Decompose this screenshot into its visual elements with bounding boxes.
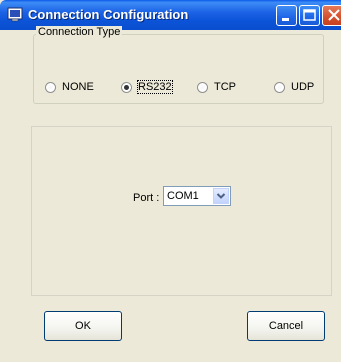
computer-monitor-icon <box>7 7 23 23</box>
radio-tcp-label: TCP <box>214 81 236 93</box>
chevron-down-icon <box>216 187 226 205</box>
radio-rs232-label: RS232 <box>137 80 173 94</box>
port-settings-panel <box>31 126 332 296</box>
port-select[interactable]: COM1 <box>163 186 231 206</box>
radio-none-indicator[interactable] <box>45 81 56 93</box>
radio-none[interactable]: NONE <box>45 80 94 94</box>
maximize-button[interactable] <box>299 5 320 26</box>
port-label: Port : <box>133 192 160 204</box>
maximize-icon <box>300 6 319 25</box>
radio-udp-indicator[interactable] <box>274 81 285 93</box>
window-title: Connection Configuration <box>28 7 189 22</box>
radio-none-label: NONE <box>62 81 94 93</box>
port-select-value: COM1 <box>167 190 199 202</box>
radio-udp-label: UDP <box>291 81 315 93</box>
minimize-icon <box>277 6 296 25</box>
radio-tcp[interactable]: TCP <box>197 80 236 94</box>
ok-button-label: OK <box>75 320 91 332</box>
radio-rs232[interactable]: RS232 <box>121 80 173 94</box>
ok-button[interactable]: OK <box>44 311 122 341</box>
radio-udp[interactable]: UDP <box>274 80 314 94</box>
cancel-button-label: Cancel <box>268 320 304 332</box>
radio-rs232-indicator[interactable] <box>121 81 132 93</box>
close-icon <box>323 6 341 25</box>
cancel-button[interactable]: Cancel <box>247 311 325 341</box>
minimize-button[interactable] <box>276 5 297 26</box>
close-button[interactable] <box>322 5 341 26</box>
connection-configuration-window: Connection Configuration Connection Type… <box>0 0 341 362</box>
connection-type-legend: Connection Type <box>36 26 123 38</box>
port-dropdown-button[interactable] <box>213 188 229 204</box>
radio-tcp-indicator[interactable] <box>197 81 208 93</box>
